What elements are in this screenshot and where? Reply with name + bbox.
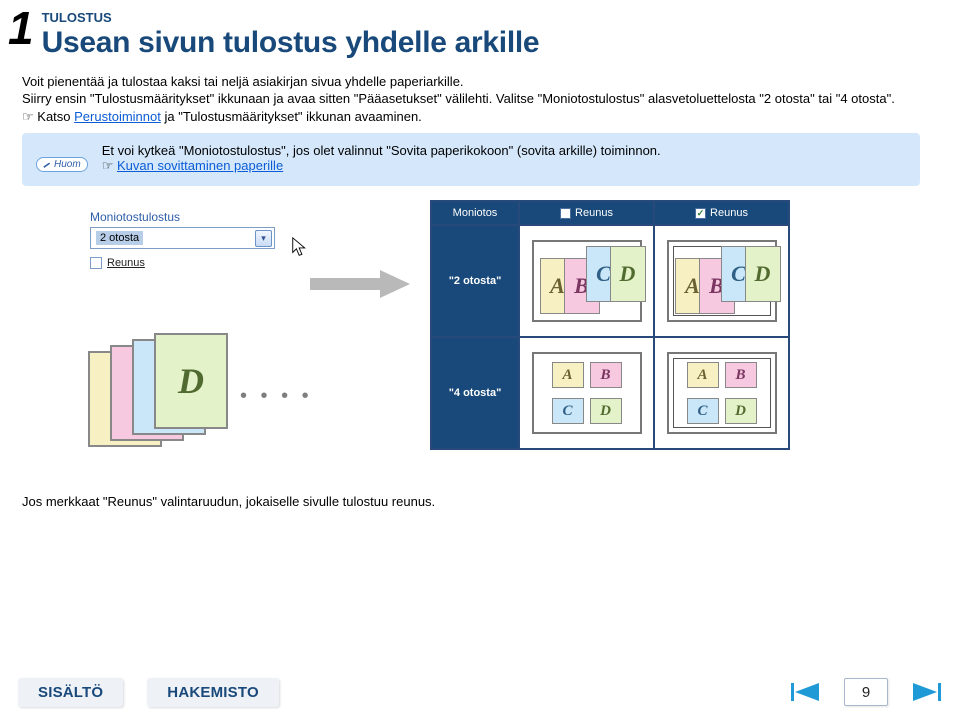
tile-a: A <box>687 362 719 388</box>
p3-pre: Katso <box>37 109 74 124</box>
reunus-label: Reunus <box>107 257 145 269</box>
grid-cell-4up-noborder: A B C D <box>519 337 654 449</box>
contents-button[interactable]: SISÄLTÖ <box>18 678 123 707</box>
hand-icon: ☞ <box>102 158 114 173</box>
grid-cell-4up-border: A B C D <box>654 337 789 449</box>
footer-text: Jos merkkaat "Reunus" valintaruudun, jok… <box>0 490 960 509</box>
body-text: Voit pienentää ja tulostaa kaksi tai nel… <box>0 59 960 126</box>
source-pages-stack: A B C D <box>88 345 228 455</box>
grid-header-reunus-on: ✓ Reunus <box>654 201 789 225</box>
link-kuvan-sovittaminen[interactable]: Kuvan sovittaminen paperille <box>117 158 283 173</box>
grid-header-moniotos: Moniotos <box>431 201 519 225</box>
paragraph-3: ☞ Katso Perustoiminnot ja "Tulostusmääri… <box>22 108 920 126</box>
grid-header-col2-label: Reunus <box>710 207 748 219</box>
grid-cell-2up-border: A B C D <box>654 225 789 337</box>
cursor-icon <box>290 236 312 258</box>
grid-cell-2up-noborder: A B C D <box>519 225 654 337</box>
tile-c: C <box>552 398 584 424</box>
grid-row4-label: "4 otosta" <box>431 337 519 449</box>
tile-d: D <box>745 246 781 302</box>
bottom-nav: SISÄLTÖ HAKEMISTO 9 <box>0 669 960 715</box>
note-badge: Huom <box>36 157 88 172</box>
checkbox-unchecked-icon <box>560 208 571 219</box>
note-content: Et voi kytkeä "Moniotostulostus", jos ol… <box>102 143 661 174</box>
tile-b: B <box>725 362 757 388</box>
sheet-4up-border: A B C D <box>667 352 777 434</box>
prev-page-button[interactable] <box>790 679 820 705</box>
chevron-down-icon[interactable]: ▾ <box>255 230 272 247</box>
index-button[interactable]: HAKEMISTO <box>147 678 279 707</box>
p3-post: ja "Tulostusmääritykset" ikkunan avaamin… <box>161 109 422 124</box>
sheet-2up: A B C D <box>532 240 642 322</box>
dropdown-field[interactable]: 2 otosta ▾ <box>90 227 275 249</box>
dropdown-panel: Moniotostulostus 2 otosta ▾ Reunus <box>90 210 285 269</box>
title-block: TULOSTUS Usean sivun tulostus yhdelle ar… <box>42 8 540 59</box>
arrow-right-icon <box>310 270 410 298</box>
dropdown-selected: 2 otosta <box>96 231 143 245</box>
note-box: Huom Et voi kytkeä "Moniotostulostus", j… <box>22 133 920 186</box>
tile-c: C <box>687 398 719 424</box>
result-grid: Moniotos Reunus ✓ Reunus "2 otosta" A B … <box>430 200 790 450</box>
header: 1 TULOSTUS Usean sivun tulostus yhdelle … <box>0 0 960 59</box>
page-title: Usean sivun tulostus yhdelle arkille <box>42 27 540 59</box>
page-number: 9 <box>844 678 888 706</box>
hand-icon: ☞ <box>22 109 34 124</box>
grid-header-reunus-off: Reunus <box>519 201 654 225</box>
pencil-icon <box>41 159 52 170</box>
dropdown-title: Moniotostulostus <box>90 210 285 224</box>
grid-header-col1-label: Reunus <box>575 207 613 219</box>
tile-d: D <box>725 398 757 424</box>
note-line1: Et voi kytkeä "Moniotostulostus", jos ol… <box>102 143 661 158</box>
illustration-area: Moniotostulostus 2 otosta ▾ Reunus A B C… <box>60 200 920 490</box>
tile-d: D <box>590 398 622 424</box>
checkbox-icon[interactable] <box>90 257 102 269</box>
tile-b: B <box>590 362 622 388</box>
link-perustoiminnot[interactable]: Perustoiminnot <box>74 109 161 124</box>
note-badge-text: Huom <box>54 159 81 170</box>
tile-a: A <box>552 362 584 388</box>
sheet-2up-border: A B C D <box>667 240 777 322</box>
ellipsis-icon: • • • • <box>240 385 313 408</box>
chapter-number: 1 <box>8 8 32 49</box>
grid-row2-label: "2 otosta" <box>431 225 519 337</box>
paragraph-2: Siirry ensin "Tulostusmääritykset" ikkun… <box>22 90 920 108</box>
sheet-4up: A B C D <box>532 352 642 434</box>
checkbox-checked-icon: ✓ <box>695 208 706 219</box>
next-page-button[interactable] <box>912 679 942 705</box>
tile-d: D <box>610 246 646 302</box>
paragraph-1: Voit pienentää ja tulostaa kaksi tai nel… <box>22 73 920 91</box>
category-label: TULOSTUS <box>42 10 540 25</box>
reunus-checkbox-row[interactable]: Reunus <box>90 257 285 269</box>
source-page-d: D <box>154 333 228 429</box>
